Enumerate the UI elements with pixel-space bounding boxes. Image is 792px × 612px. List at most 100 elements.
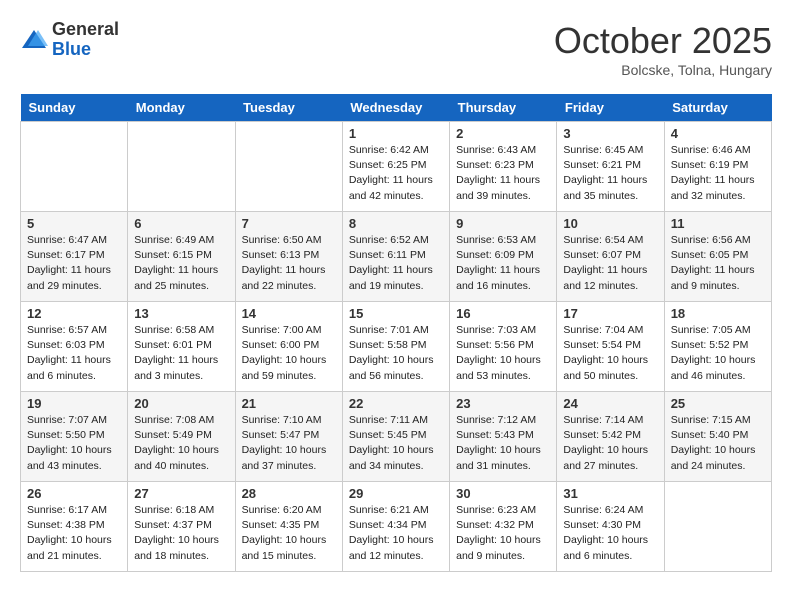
day-number: 31 <box>563 486 657 501</box>
calendar-cell: 31 Sunrise: 6:24 AMSunset: 4:30 PMDayligh… <box>557 482 664 572</box>
header-thursday: Thursday <box>450 94 557 122</box>
calendar-cell: 25 Sunrise: 7:15 AMSunset: 5:40 PMDayligh… <box>664 392 771 482</box>
day-number: 26 <box>27 486 121 501</box>
day-number: 20 <box>134 396 228 411</box>
day-number: 18 <box>671 306 765 321</box>
day-number: 30 <box>456 486 550 501</box>
header-saturday: Saturday <box>664 94 771 122</box>
calendar-week-5: 26 Sunrise: 6:17 AMSunset: 4:38 PMDayligh… <box>21 482 772 572</box>
day-info: Sunrise: 6:20 AMSunset: 4:35 PMDaylight:… <box>242 503 336 564</box>
day-info: Sunrise: 6:47 AMSunset: 6:17 PMDaylight:… <box>27 233 121 294</box>
calendar-cell: 22 Sunrise: 7:11 AMSunset: 5:45 PMDayligh… <box>342 392 449 482</box>
logo: General Blue <box>20 20 119 60</box>
day-number: 25 <box>671 396 765 411</box>
day-info: Sunrise: 6:21 AMSunset: 4:34 PMDaylight:… <box>349 503 443 564</box>
day-number: 1 <box>349 126 443 141</box>
day-number: 29 <box>349 486 443 501</box>
day-info: Sunrise: 6:58 AMSunset: 6:01 PMDaylight:… <box>134 323 228 384</box>
day-number: 6 <box>134 216 228 231</box>
day-info: Sunrise: 7:05 AMSunset: 5:52 PMDaylight:… <box>671 323 765 384</box>
calendar-cell: 17Sunrise: 7:04 AMSunset: 5:54 PMDayligh… <box>557 302 664 392</box>
day-info: Sunrise: 6:56 AMSunset: 6:05 PMDaylight:… <box>671 233 765 294</box>
calendar-cell: 4Sunrise: 6:46 AMSunset: 6:19 PMDaylight… <box>664 122 771 212</box>
day-number: 13 <box>134 306 228 321</box>
day-number: 16 <box>456 306 550 321</box>
calendar-cell: 1 Sunrise: 6:42 AMSunset: 6:25 PMDaylight… <box>342 122 449 212</box>
header-tuesday: Tuesday <box>235 94 342 122</box>
day-number: 22 <box>349 396 443 411</box>
header-wednesday: Wednesday <box>342 94 449 122</box>
day-info: Sunrise: 6:45 AMSunset: 6:21 PMDaylight:… <box>563 143 657 204</box>
calendar-cell: 27Sunrise: 6:18 AMSunset: 4:37 PMDayligh… <box>128 482 235 572</box>
day-number: 12 <box>27 306 121 321</box>
day-number: 19 <box>27 396 121 411</box>
calendar-cell: 19 Sunrise: 7:07 AMSunset: 5:50 PMDayligh… <box>21 392 128 482</box>
calendar-cell <box>235 122 342 212</box>
calendar-cell: 28Sunrise: 6:20 AMSunset: 4:35 PMDayligh… <box>235 482 342 572</box>
day-info: Sunrise: 7:07 AMSunset: 5:50 PMDaylight:… <box>27 413 121 474</box>
day-info: Sunrise: 6:52 AMSunset: 6:11 PMDaylight:… <box>349 233 443 294</box>
day-info: Sunrise: 7:01 AMSunset: 5:58 PMDaylight:… <box>349 323 443 384</box>
day-info: Sunrise: 6:50 AMSunset: 6:13 PMDaylight:… <box>242 233 336 294</box>
calendar-cell: 15 Sunrise: 7:01 AMSunset: 5:58 PMDayligh… <box>342 302 449 392</box>
calendar-cell: 9Sunrise: 6:53 AMSunset: 6:09 PMDaylight… <box>450 212 557 302</box>
calendar-cell: 18 Sunrise: 7:05 AMSunset: 5:52 PMDayligh… <box>664 302 771 392</box>
calendar-cell: 6 Sunrise: 6:49 AMSunset: 6:15 PMDaylight… <box>128 212 235 302</box>
calendar-cell: 7 Sunrise: 6:50 AMSunset: 6:13 PMDaylight… <box>235 212 342 302</box>
calendar-cell: 5 Sunrise: 6:47 AMSunset: 6:17 PMDaylight… <box>21 212 128 302</box>
logo-blue: Blue <box>52 40 119 60</box>
logo-icon <box>20 26 48 54</box>
calendar-cell: 12 Sunrise: 6:57 AMSunset: 6:03 PMDayligh… <box>21 302 128 392</box>
calendar-week-4: 19 Sunrise: 7:07 AMSunset: 5:50 PMDayligh… <box>21 392 772 482</box>
day-number: 5 <box>27 216 121 231</box>
day-info: Sunrise: 6:43 AMSunset: 6:23 PMDaylight:… <box>456 143 550 204</box>
day-number: 2 <box>456 126 550 141</box>
calendar-cell: 10 Sunrise: 6:54 AMSunset: 6:07 PMDayligh… <box>557 212 664 302</box>
day-info: Sunrise: 7:10 AMSunset: 5:47 PMDaylight:… <box>242 413 336 474</box>
day-info: Sunrise: 6:18 AMSunset: 4:37 PMDaylight:… <box>134 503 228 564</box>
calendar-table: Sunday Monday Tuesday Wednesday Thursday… <box>20 94 772 572</box>
day-info: Sunrise: 7:11 AMSunset: 5:45 PMDaylight:… <box>349 413 443 474</box>
day-info: Sunrise: 7:03 AMSunset: 5:56 PMDaylight:… <box>456 323 550 384</box>
day-info: Sunrise: 6:42 AMSunset: 6:25 PMDaylight:… <box>349 143 443 204</box>
day-number: 17 <box>563 306 657 321</box>
location: Bolcske, Tolna, Hungary <box>554 62 772 78</box>
day-number: 14 <box>242 306 336 321</box>
title-block: October 2025 Bolcske, Tolna, Hungary <box>554 20 772 78</box>
calendar-cell: 23Sunrise: 7:12 AMSunset: 5:43 PMDayligh… <box>450 392 557 482</box>
calendar-cell: 11 Sunrise: 6:56 AMSunset: 6:05 PMDayligh… <box>664 212 771 302</box>
calendar-cell <box>664 482 771 572</box>
day-info: Sunrise: 6:54 AMSunset: 6:07 PMDaylight:… <box>563 233 657 294</box>
calendar-cell: 30Sunrise: 6:23 AMSunset: 4:32 PMDayligh… <box>450 482 557 572</box>
calendar-cell: 13 Sunrise: 6:58 AMSunset: 6:01 PMDayligh… <box>128 302 235 392</box>
day-info: Sunrise: 7:12 AMSunset: 5:43 PMDaylight:… <box>456 413 550 474</box>
header-row: Sunday Monday Tuesday Wednesday Thursday… <box>21 94 772 122</box>
calendar-cell: 24Sunrise: 7:14 AMSunset: 5:42 PMDayligh… <box>557 392 664 482</box>
day-number: 7 <box>242 216 336 231</box>
day-number: 10 <box>563 216 657 231</box>
day-info: Sunrise: 7:14 AMSunset: 5:42 PMDaylight:… <box>563 413 657 474</box>
calendar-cell: 16 Sunrise: 7:03 AMSunset: 5:56 PMDayligh… <box>450 302 557 392</box>
calendar-week-2: 5 Sunrise: 6:47 AMSunset: 6:17 PMDaylight… <box>21 212 772 302</box>
calendar-cell: 21Sunrise: 7:10 AMSunset: 5:47 PMDayligh… <box>235 392 342 482</box>
logo-general: General <box>52 20 119 40</box>
header-sunday: Sunday <box>21 94 128 122</box>
calendar-week-3: 12 Sunrise: 6:57 AMSunset: 6:03 PMDayligh… <box>21 302 772 392</box>
day-info: Sunrise: 6:49 AMSunset: 6:15 PMDaylight:… <box>134 233 228 294</box>
calendar-cell <box>21 122 128 212</box>
calendar-cell: 26 Sunrise: 6:17 AMSunset: 4:38 PMDayligh… <box>21 482 128 572</box>
day-number: 4 <box>671 126 765 141</box>
day-info: Sunrise: 7:00 AMSunset: 6:00 PMDaylight:… <box>242 323 336 384</box>
calendar-cell <box>128 122 235 212</box>
calendar-week-1: 1 Sunrise: 6:42 AMSunset: 6:25 PMDaylight… <box>21 122 772 212</box>
day-info: Sunrise: 6:57 AMSunset: 6:03 PMDaylight:… <box>27 323 121 384</box>
calendar-header: Sunday Monday Tuesday Wednesday Thursday… <box>21 94 772 122</box>
page-header: General Blue October 2025 Bolcske, Tolna… <box>20 20 772 78</box>
day-number: 15 <box>349 306 443 321</box>
day-info: Sunrise: 6:17 AMSunset: 4:38 PMDaylight:… <box>27 503 121 564</box>
day-info: Sunrise: 7:15 AMSunset: 5:40 PMDaylight:… <box>671 413 765 474</box>
calendar-cell: 2 Sunrise: 6:43 AMSunset: 6:23 PMDaylight… <box>450 122 557 212</box>
day-info: Sunrise: 6:24 AMSunset: 4:30 PMDaylight:… <box>563 503 657 564</box>
calendar-body: 1 Sunrise: 6:42 AMSunset: 6:25 PMDaylight… <box>21 122 772 572</box>
day-number: 11 <box>671 216 765 231</box>
